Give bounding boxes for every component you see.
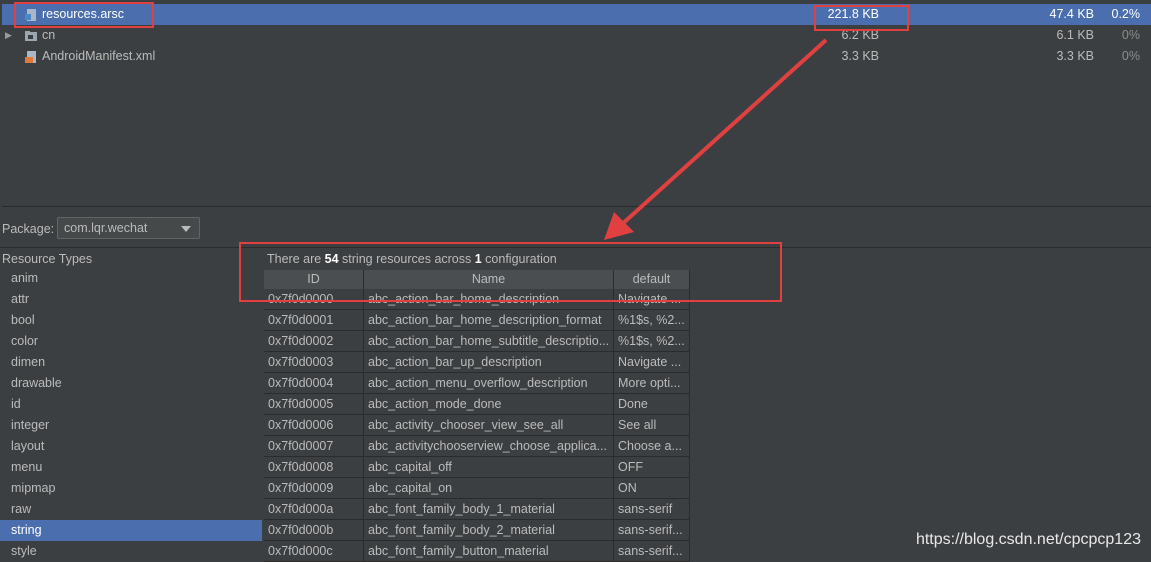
watermark: https://blog.csdn.net/cpcpcp123 [915, 531, 1141, 548]
annotation-arrow-icon [604, 38, 828, 240]
